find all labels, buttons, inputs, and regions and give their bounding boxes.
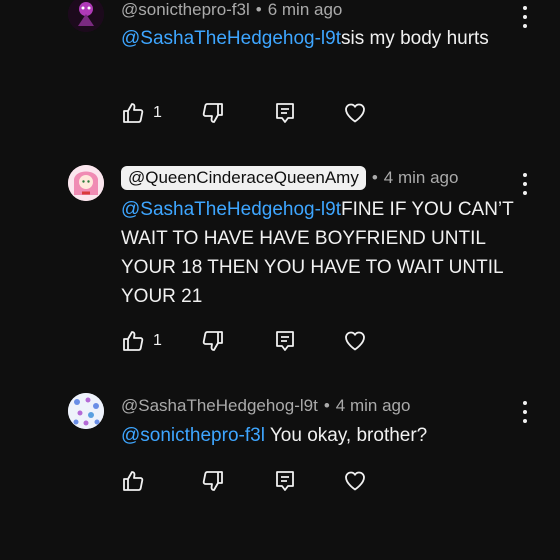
like-button[interactable] (121, 469, 153, 493)
dislike-icon (202, 331, 223, 351)
comment-actions: 1 (121, 101, 381, 129)
comment-text: @sonicthepro-f3l You okay, brother? (121, 421, 531, 450)
avatar-image (68, 393, 104, 429)
comment-time: 4 min ago (335, 396, 411, 415)
separator-dot: • (323, 396, 330, 415)
dislike-icon (202, 471, 223, 491)
like-icon (123, 331, 144, 351)
more-vert-icon[interactable] (516, 173, 534, 195)
comment-text: @SashaTheHedgehog-l9tFINE IF YOU CAN’T W… (121, 195, 531, 311)
avatar-image (68, 165, 104, 201)
comment-time: 6 min ago (267, 0, 343, 19)
like-icon (123, 103, 144, 123)
heart-button[interactable] (343, 329, 367, 353)
comment-meta: @SashaTheHedgehog-l9t • 4 min ago (121, 396, 410, 416)
comment-text: @SashaTheHedgehog-l9tsis my body hurts (121, 24, 531, 53)
like-count: 1 (153, 104, 162, 121)
comment-body: You okay, brother? (264, 425, 428, 446)
author-handle[interactable]: @SashaTheHedgehog-l9t (121, 396, 318, 416)
reply-icon (276, 471, 294, 491)
dislike-button[interactable] (201, 101, 225, 125)
comment-actions: 1 (121, 329, 381, 357)
more-vert-icon[interactable] (516, 401, 534, 423)
comment-meta: @QueenCinderaceQueenAmy • 4 min ago (121, 166, 458, 190)
heart-icon (345, 331, 365, 351)
dislike-button[interactable] (201, 469, 225, 493)
avatar[interactable] (68, 0, 104, 32)
heart-icon (345, 471, 365, 491)
avatar-image (68, 0, 104, 32)
avatar[interactable] (68, 393, 104, 429)
dislike-icon (202, 103, 223, 123)
reply-icon (276, 331, 294, 351)
comment-body: sis my body hurts (340, 28, 489, 49)
comment-meta: @sonicthepro-f3l • 6 min ago (121, 0, 342, 20)
comment-actions (121, 469, 381, 497)
heart-button[interactable] (343, 469, 367, 493)
reply-button[interactable] (273, 101, 297, 125)
mention-link[interactable]: @sonicthepro-f3l (121, 425, 265, 446)
author-handle[interactable]: @QueenCinderaceQueenAmy (121, 166, 366, 190)
reply-button[interactable] (273, 329, 297, 353)
reply-button[interactable] (273, 469, 297, 493)
mention-link[interactable]: @SashaTheHedgehog-l9t (121, 28, 341, 49)
mention-link[interactable]: @SashaTheHedgehog-l9t (121, 199, 341, 220)
separator-dot: • (371, 168, 378, 187)
like-button[interactable]: 1 (121, 101, 162, 125)
comment-time: 4 min ago (383, 168, 459, 187)
like-icon (123, 471, 144, 491)
separator-dot: • (255, 0, 262, 19)
heart-icon (345, 103, 365, 123)
author-handle[interactable]: @sonicthepro-f3l (121, 0, 250, 20)
heart-button[interactable] (343, 101, 367, 125)
avatar[interactable] (68, 165, 104, 201)
like-button[interactable]: 1 (121, 329, 162, 353)
reply-icon (276, 103, 294, 123)
like-count: 1 (153, 332, 162, 349)
dislike-button[interactable] (201, 329, 225, 353)
